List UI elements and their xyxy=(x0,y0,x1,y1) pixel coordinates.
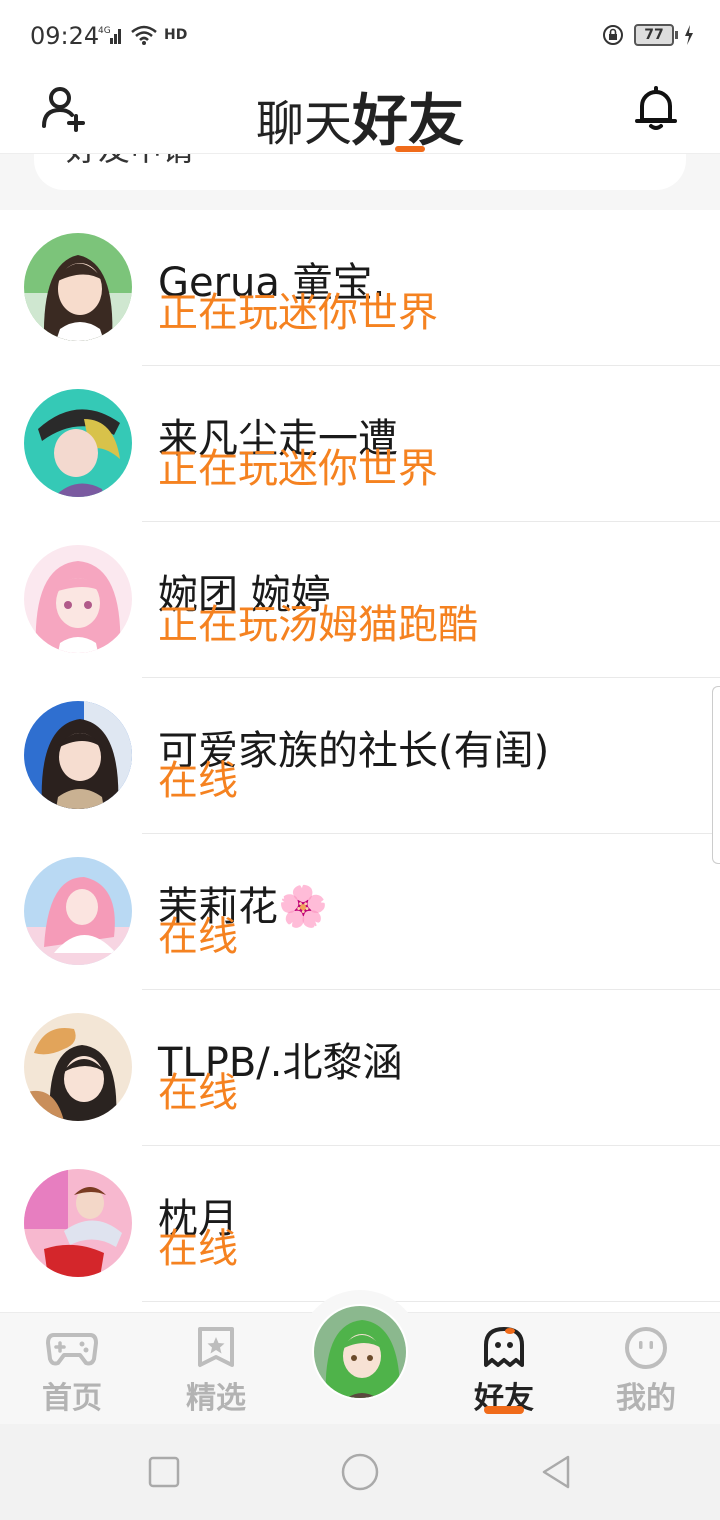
tab-featured[interactable]: 精选 xyxy=(156,1313,276,1425)
friend-status: 在线 xyxy=(158,914,238,960)
avatar xyxy=(314,1306,406,1398)
friend-request-label: 好友申请 xyxy=(66,154,194,170)
tab-mine[interactable]: 我的 xyxy=(586,1313,706,1425)
avatar xyxy=(24,701,132,809)
friend-row[interactable]: 来凡尘走一遭 正在玩迷你世界 xyxy=(0,366,720,522)
home-icon[interactable] xyxy=(340,1452,380,1492)
avatar xyxy=(24,389,132,497)
tab-friends[interactable]: 好友 xyxy=(352,89,464,154)
avatar xyxy=(24,545,132,653)
bell-icon xyxy=(635,86,677,130)
avatar xyxy=(24,1013,132,1121)
friend-row[interactable]: TLPB/.北黎涵 在线 xyxy=(0,990,720,1146)
rotation-lock-icon xyxy=(603,25,623,45)
chevron-right-icon: › xyxy=(633,154,644,157)
hd-icon: HD xyxy=(164,27,188,43)
header: 聊天好友 xyxy=(0,72,720,154)
friend-status: 正在玩汤姆猫跑酷 xyxy=(158,602,478,648)
tab-featured-label: 精选 xyxy=(186,1381,246,1416)
active-bottom-tab-indicator xyxy=(484,1406,524,1414)
notifications-button[interactable] xyxy=(630,82,682,134)
status-icons-left: 4G HD xyxy=(98,24,187,46)
ghost-icon xyxy=(484,1327,524,1367)
header-tabs: 聊天好友 xyxy=(0,76,720,157)
friend-status: 正在玩迷你世界 xyxy=(158,446,438,492)
gamepad-icon xyxy=(46,1333,98,1366)
system-nav-bar xyxy=(0,1424,720,1520)
friend-status: 在线 xyxy=(158,1070,238,1116)
friend-status: 正在玩迷你世界 xyxy=(158,290,438,336)
scroll-handle[interactable] xyxy=(712,686,720,864)
smiley-icon xyxy=(625,1327,667,1369)
friend-row[interactable]: 枕月 在线 xyxy=(0,1146,720,1302)
avatar xyxy=(24,857,132,965)
request-strip: 好友申请 › xyxy=(0,154,720,210)
friend-row[interactable]: 茉莉花🌸 在线 xyxy=(0,834,720,990)
tab-mine-label: 我的 xyxy=(616,1381,676,1416)
star-bookmark-icon xyxy=(198,1327,234,1367)
friend-status: 在线 xyxy=(158,758,238,804)
friend-row[interactable]: Gerua 童宝. 正在玩迷你世界 xyxy=(0,210,720,366)
tab-home-label: 首页 xyxy=(42,1381,102,1416)
status-time: 09:24 xyxy=(30,22,100,50)
friend-row[interactable]: 婉团 婉婷 正在玩汤姆猫跑酷 xyxy=(0,522,720,678)
friend-list: Gerua 童宝. 正在玩迷你世界 来凡尘走一遭 正在玩迷你世界 婉团 婉婷 正… xyxy=(0,210,720,1302)
battery-indicator: 77 xyxy=(634,24,678,46)
friend-request-card[interactable]: 好友申请 › xyxy=(34,154,686,190)
center-avatar-button[interactable] xyxy=(312,1304,408,1400)
avatar xyxy=(24,233,132,341)
tab-chat[interactable]: 聊天 xyxy=(256,96,352,152)
svg-text:4G: 4G xyxy=(98,26,111,36)
charging-icon xyxy=(685,25,693,45)
recent-apps-icon[interactable] xyxy=(146,1454,182,1490)
active-tab-indicator xyxy=(395,146,425,152)
status-icons-right: 77 xyxy=(602,24,694,46)
tab-home[interactable]: 首页 xyxy=(12,1313,132,1425)
wifi-icon xyxy=(131,25,157,45)
friend-status: 在线 xyxy=(158,1226,238,1272)
signal-icon: 4G xyxy=(98,26,121,44)
back-icon[interactable] xyxy=(538,1454,574,1490)
friend-row[interactable]: 可爱家族的社长(有闺) 在线 xyxy=(0,678,720,834)
status-bar: 09:24 4G HD 77 xyxy=(0,0,720,72)
avatar xyxy=(24,1169,132,1277)
